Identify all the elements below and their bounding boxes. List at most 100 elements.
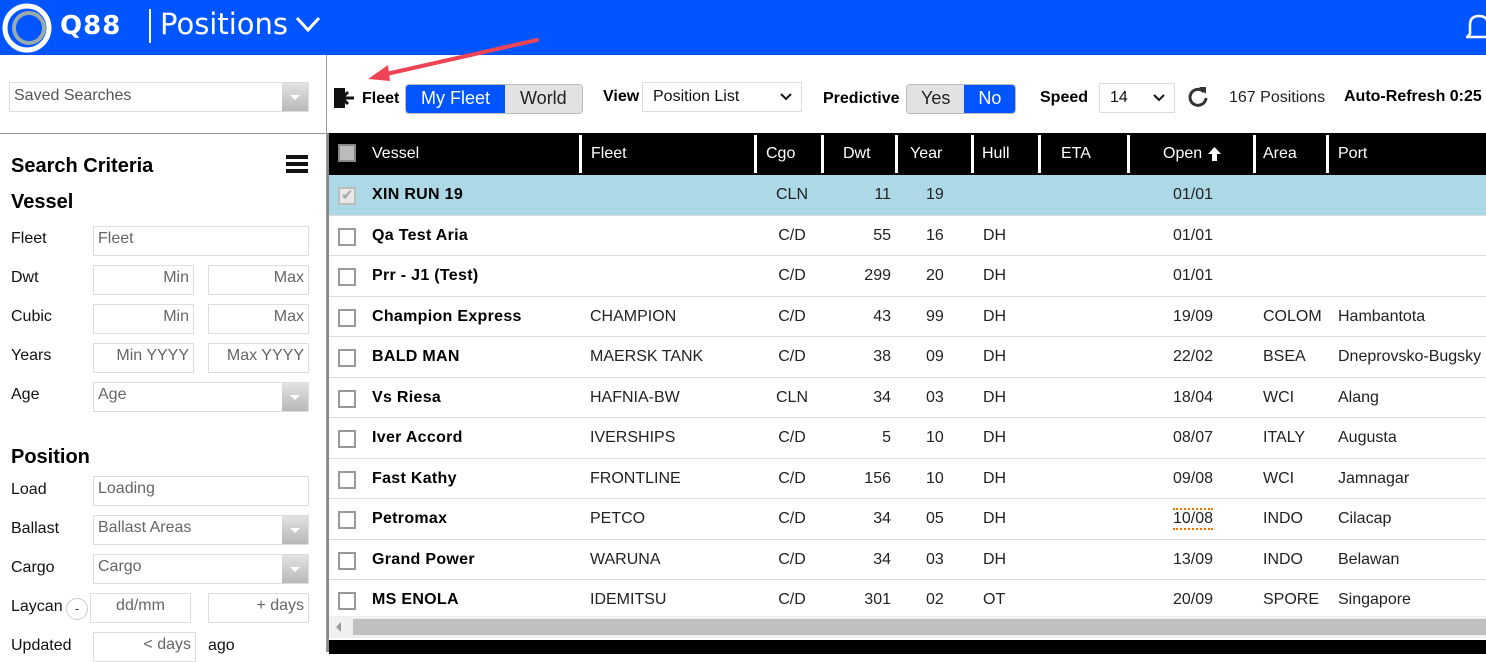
collapse-sidebar-icon[interactable]: [333, 87, 355, 109]
cell-open: 13/09: [1173, 550, 1214, 568]
row-checkbox[interactable]: [338, 186, 356, 205]
dwt-max-input[interactable]: Max: [208, 265, 309, 295]
column-separator[interactable]: [821, 135, 824, 173]
cell-hull: DH: [983, 348, 1007, 365]
column-header-area[interactable]: Area: [1263, 133, 1297, 175]
table-row[interactable]: Grand Power WARUNA C/D 34 03 DH 13/09 IN…: [329, 540, 1486, 580]
view-select[interactable]: Position List: [642, 82, 802, 112]
row-checkbox[interactable]: [338, 268, 356, 286]
column-separator[interactable]: [971, 135, 974, 173]
cell-vessel[interactable]: Petromax: [372, 510, 447, 528]
laycan-days-input[interactable]: + days: [208, 593, 309, 623]
table-row[interactable]: Prr - J1 (Test) C/D 299 20 DH 01/01: [329, 256, 1486, 297]
table-row[interactable]: Vs Riesa HAFNIA-BW CLN 34 03 DH 18/04 WC…: [329, 378, 1486, 418]
column-separator[interactable]: [1326, 135, 1329, 173]
load-input[interactable]: Loading: [93, 476, 309, 506]
years-min-input[interactable]: Min YYYY: [93, 343, 194, 373]
cell-year: 03: [926, 388, 944, 406]
dropdown-arrow-icon[interactable]: [282, 555, 308, 583]
row-checkbox[interactable]: [338, 551, 356, 570]
chevron-down-icon[interactable]: [293, 12, 323, 36]
table-row[interactable]: Champion Express CHAMPION C/D 43 99 DH 1…: [329, 297, 1486, 337]
dropdown-arrow-icon[interactable]: [282, 383, 308, 411]
positions-count: 167 Positions: [1229, 89, 1326, 106]
column-header-eta[interactable]: ETA: [1061, 133, 1091, 175]
row-checkbox[interactable]: [338, 308, 356, 327]
row-checkbox[interactable]: [338, 430, 356, 448]
laycan-date-input[interactable]: dd/mm: [90, 593, 191, 623]
column-separator[interactable]: [1127, 135, 1130, 173]
row-checkbox[interactable]: [338, 349, 356, 367]
column-separator[interactable]: [754, 135, 757, 173]
refresh-icon[interactable]: [1187, 84, 1209, 108]
horizontal-scrollbar[interactable]: [329, 616, 1486, 638]
column-header-hull[interactable]: Hull: [982, 133, 1010, 175]
cubic-max-input[interactable]: Max: [208, 304, 309, 334]
cargo-dropdown[interactable]: Cargo: [93, 554, 309, 584]
column-separator[interactable]: [1253, 135, 1256, 173]
scroll-left-icon[interactable]: [336, 622, 341, 632]
row-checkbox[interactable]: [338, 511, 356, 529]
table-row[interactable]: Petromax PETCO C/D 34 05 DH 10/08 INDO C…: [329, 499, 1486, 540]
column-header-fleet[interactable]: Fleet: [591, 133, 627, 175]
column-header-year[interactable]: Year: [910, 133, 942, 175]
cell-vessel[interactable]: Fast Kathy: [372, 470, 457, 488]
cell-vessel[interactable]: MS ENOLA: [372, 591, 459, 609]
years-max-input[interactable]: Max YYYY: [208, 343, 309, 373]
cell-vessel[interactable]: Qa Test Aria: [372, 227, 468, 245]
predictive-option-no[interactable]: No: [964, 85, 1016, 113]
column-separator[interactable]: [1038, 135, 1041, 173]
app-title[interactable]: Positions: [160, 7, 288, 41]
cell-vessel[interactable]: Prr - J1 (Test): [372, 267, 478, 285]
table-row[interactable]: XIN RUN 19 CLN 11 19 01/01: [329, 175, 1486, 216]
age-dropdown[interactable]: Age: [93, 382, 309, 412]
age-label: Age: [11, 386, 40, 403]
cubic-min-input[interactable]: Min: [93, 304, 194, 334]
row-checkbox[interactable]: [338, 592, 356, 610]
laycan-minus-button[interactable]: -: [66, 598, 88, 620]
column-header-cgo[interactable]: Cgo: [766, 133, 795, 175]
row-checkbox[interactable]: [338, 227, 356, 246]
scrollbar-thumb[interactable]: [353, 619, 1486, 635]
cell-vessel[interactable]: BALD MAN: [372, 348, 460, 366]
dwt-min-input[interactable]: Min: [93, 265, 194, 295]
column-header-port[interactable]: Port: [1338, 133, 1367, 175]
fleet-option-my-fleet[interactable]: My Fleet: [406, 85, 506, 113]
fleet-input[interactable]: Fleet: [93, 226, 309, 256]
column-separator[interactable]: [579, 135, 582, 173]
row-checkbox[interactable]: [338, 389, 356, 408]
table-row[interactable]: Fast Kathy FRONTLINE C/D 156 10 DH 09/08…: [329, 459, 1486, 499]
cell-vessel[interactable]: Grand Power: [372, 551, 475, 569]
cell-vessel[interactable]: Vs Riesa: [372, 389, 441, 407]
table-row[interactable]: Qa Test Aria C/D 55 16 DH 01/01: [329, 216, 1486, 256]
hamburger-menu-icon[interactable]: [286, 155, 308, 177]
column-header-dwt[interactable]: Dwt: [843, 133, 871, 175]
ballast-dropdown[interactable]: Ballast Areas: [93, 515, 309, 545]
row-checkbox[interactable]: [338, 470, 356, 489]
fleet-option-world[interactable]: World: [505, 85, 582, 113]
column-header-open[interactable]: Open: [1163, 133, 1202, 175]
table-row[interactable]: MS ENOLA IDEMITSU C/D 301 02 OT 20/09 SP…: [329, 580, 1486, 621]
speed-select[interactable]: 14: [1099, 83, 1175, 113]
predictive-toggle[interactable]: Yes No: [906, 84, 1017, 114]
column-separator[interactable]: [895, 135, 898, 173]
fleet-toggle[interactable]: My Fleet World: [405, 84, 583, 114]
table-row[interactable]: BALD MAN MAERSK TANK C/D 38 09 DH 22/02 …: [329, 337, 1486, 378]
table-row[interactable]: Iver Accord IVERSHIPS C/D 5 10 DH 08/07 …: [329, 418, 1486, 459]
cell-vessel[interactable]: Champion Express: [372, 308, 522, 326]
cell-open: 01/01: [1173, 186, 1214, 203]
sort-ascending-icon[interactable]: [1208, 147, 1221, 161]
saved-searches-dropdown[interactable]: Saved Searches: [9, 82, 309, 112]
cell-vessel[interactable]: Iver Accord: [372, 429, 463, 447]
bell-icon[interactable]: [1466, 12, 1486, 42]
updated-days-input[interactable]: < days: [93, 632, 196, 662]
select-all-checkbox[interactable]: [338, 144, 356, 162]
cell-dwt: 11: [874, 186, 891, 203]
cell-year: 99: [926, 307, 944, 325]
cell-vessel[interactable]: XIN RUN 19: [372, 186, 463, 204]
predictive-option-yes[interactable]: Yes: [907, 85, 965, 113]
dropdown-arrow-icon[interactable]: [282, 516, 308, 544]
dropdown-arrow-icon[interactable]: [282, 83, 308, 111]
column-header-vessel[interactable]: Vessel: [372, 133, 419, 175]
cell-year: 03: [926, 550, 944, 568]
